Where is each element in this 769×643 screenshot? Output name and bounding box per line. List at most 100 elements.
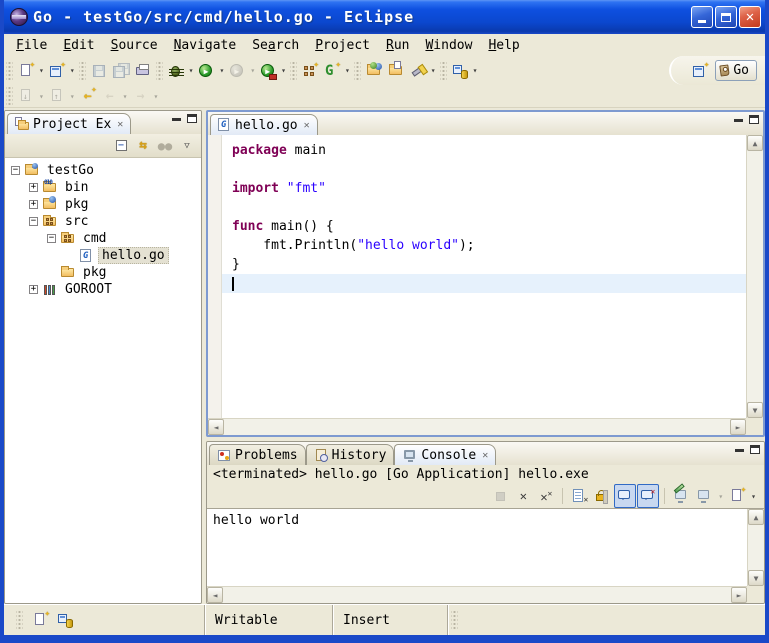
maximize-console-button[interactable]	[750, 445, 760, 454]
tree-item-pkg[interactable]: + pkg	[5, 196, 201, 213]
toolbar-grip[interactable]	[6, 62, 13, 80]
menu-help[interactable]: Help	[480, 37, 527, 54]
next-annotation-dropdown[interactable]: ▾	[37, 92, 46, 101]
editor-horizontal-scrollbar[interactable]: ◄ ►	[208, 418, 746, 435]
back-button[interactable]: ←	[99, 84, 121, 108]
console-vertical-scrollbar[interactable]: ▲ ▼	[747, 509, 764, 586]
window-switch-dropdown[interactable]: ▾	[471, 66, 480, 75]
new-go-project-button[interactable]: ✦	[299, 59, 321, 83]
search-dropdown[interactable]: ▾	[429, 66, 438, 75]
debug-dropdown[interactable]: ▾	[187, 66, 196, 75]
scroll-right-icon[interactable]: ►	[730, 419, 746, 435]
external-tools-dropdown[interactable]: ▾	[279, 66, 288, 75]
pin-console-button[interactable]	[670, 484, 692, 508]
forward-dropdown[interactable]: ▾	[151, 92, 160, 101]
menu-navigate[interactable]: Navigate	[166, 37, 245, 54]
minimize-view-button[interactable]	[172, 118, 181, 121]
code-editor[interactable]: package main import "fmt" func main() { …	[208, 135, 763, 418]
last-edit-location-button[interactable]: ←✦	[77, 84, 99, 108]
expander-icon[interactable]: −	[11, 166, 20, 175]
scroll-left-icon[interactable]: ◄	[208, 419, 224, 435]
profile-dropdown[interactable]: ▾	[248, 66, 257, 75]
external-tools-button[interactable]: ▶	[257, 59, 279, 83]
new-wizard-dropdown[interactable]: ▾	[37, 66, 46, 75]
display-console-button[interactable]	[693, 484, 715, 508]
save-all-button[interactable]	[110, 59, 132, 83]
maximize-editor-button[interactable]	[749, 115, 759, 124]
tab-console[interactable]: Console ✕	[394, 444, 496, 465]
menu-window[interactable]: Window	[417, 37, 480, 54]
new-fastview-button[interactable]: ✦	[46, 59, 68, 83]
debug-button[interactable]	[165, 59, 187, 83]
scroll-up-icon[interactable]: ▲	[748, 509, 764, 525]
tab-history[interactable]: History	[306, 444, 395, 465]
close-view-icon[interactable]: ✕	[115, 119, 123, 130]
expander-icon[interactable]: +	[29, 285, 38, 294]
code-area[interactable]: package main import "fmt" func main() { …	[222, 135, 746, 418]
tree-item-pkg-src[interactable]: pkg	[5, 264, 201, 281]
next-annotation-button[interactable]	[15, 84, 37, 108]
console-horizontal-scrollbar[interactable]: ◄ ►	[207, 586, 747, 603]
open-console-dropdown[interactable]: ▾	[749, 492, 758, 501]
profile-button[interactable]: ▶	[226, 59, 248, 83]
tree-item-cmd[interactable]: − cmd	[5, 230, 201, 247]
search-button[interactable]	[407, 59, 429, 83]
close-editor-icon[interactable]: ✕	[302, 120, 310, 131]
filters-button[interactable]: ●●	[155, 136, 175, 156]
tab-project-explorer[interactable]: Project Ex ✕	[7, 113, 131, 134]
scroll-left-icon[interactable]: ◄	[207, 587, 223, 603]
minimize-button[interactable]	[691, 6, 713, 28]
close-view-icon[interactable]: ✕	[480, 450, 488, 461]
new-go-file-button[interactable]: G✦	[321, 59, 343, 83]
menu-source[interactable]: Source	[103, 37, 166, 54]
show-stderr-button[interactable]: ✕	[637, 484, 659, 508]
run-dropdown[interactable]: ▾	[217, 66, 226, 75]
display-console-dropdown[interactable]: ▾	[716, 492, 725, 501]
view-menu-button[interactable]: ▽	[177, 136, 197, 156]
open-console-button[interactable]: ✦	[726, 484, 748, 508]
print-button[interactable]	[132, 59, 154, 83]
menu-run[interactable]: Run	[378, 37, 417, 54]
open-file-button[interactable]	[385, 59, 407, 83]
console-output-area[interactable]: hello world ▲ ▼	[207, 508, 764, 586]
toolbar-grip[interactable]	[79, 62, 86, 80]
scroll-lock-button[interactable]	[591, 484, 613, 508]
tree-item-hello-go[interactable]: hello.go	[5, 247, 201, 264]
tree-item-bin[interactable]: + 010 bin	[5, 179, 201, 196]
expander-icon[interactable]: −	[29, 217, 38, 226]
previous-annotation-dropdown[interactable]: ▾	[68, 92, 77, 101]
toolbar-grip[interactable]	[156, 62, 163, 80]
maximize-button[interactable]	[715, 6, 737, 28]
fast-view-icon[interactable]: ✦	[33, 612, 49, 628]
clear-console-button[interactable]	[568, 484, 590, 508]
back-dropdown[interactable]: ▾	[121, 92, 130, 101]
toolbar-grip[interactable]	[440, 62, 447, 80]
toolbar-grip[interactable]	[290, 62, 297, 80]
statusbar-grip[interactable]	[447, 605, 461, 635]
collapse-all-button[interactable]: −	[111, 136, 131, 156]
save-button[interactable]	[88, 59, 110, 83]
menu-file[interactable]: File	[8, 37, 55, 54]
show-stdout-button[interactable]	[614, 484, 636, 508]
run-button[interactable]: ▶	[195, 59, 217, 83]
window-switch-icon[interactable]	[57, 612, 73, 628]
menu-edit[interactable]: Edit	[55, 37, 102, 54]
expander-icon[interactable]: +	[29, 183, 38, 192]
open-perspective-button[interactable]: ✦	[689, 59, 711, 83]
menu-search[interactable]: Search	[244, 37, 307, 54]
open-package-button[interactable]	[363, 59, 385, 83]
go-perspective-button[interactable]: Go	[715, 60, 757, 81]
new-fastview-dropdown[interactable]: ▾	[68, 66, 77, 75]
maximize-view-button[interactable]	[187, 114, 197, 123]
minimize-console-button[interactable]	[735, 449, 744, 452]
window-switch-button[interactable]	[449, 59, 471, 83]
remove-all-launches-button[interactable]: ✕	[535, 484, 557, 508]
statusbar-grip[interactable]	[16, 611, 23, 629]
minimize-editor-button[interactable]	[734, 119, 743, 122]
toolbar-grip[interactable]	[354, 62, 361, 80]
scroll-down-icon[interactable]: ▼	[747, 402, 763, 418]
editor-vertical-scrollbar[interactable]: ▲ ▼	[746, 135, 763, 418]
tab-problems[interactable]: Problems	[209, 444, 306, 465]
forward-button[interactable]: →	[129, 84, 151, 108]
new-wizard-button[interactable]: ✦	[15, 59, 37, 83]
